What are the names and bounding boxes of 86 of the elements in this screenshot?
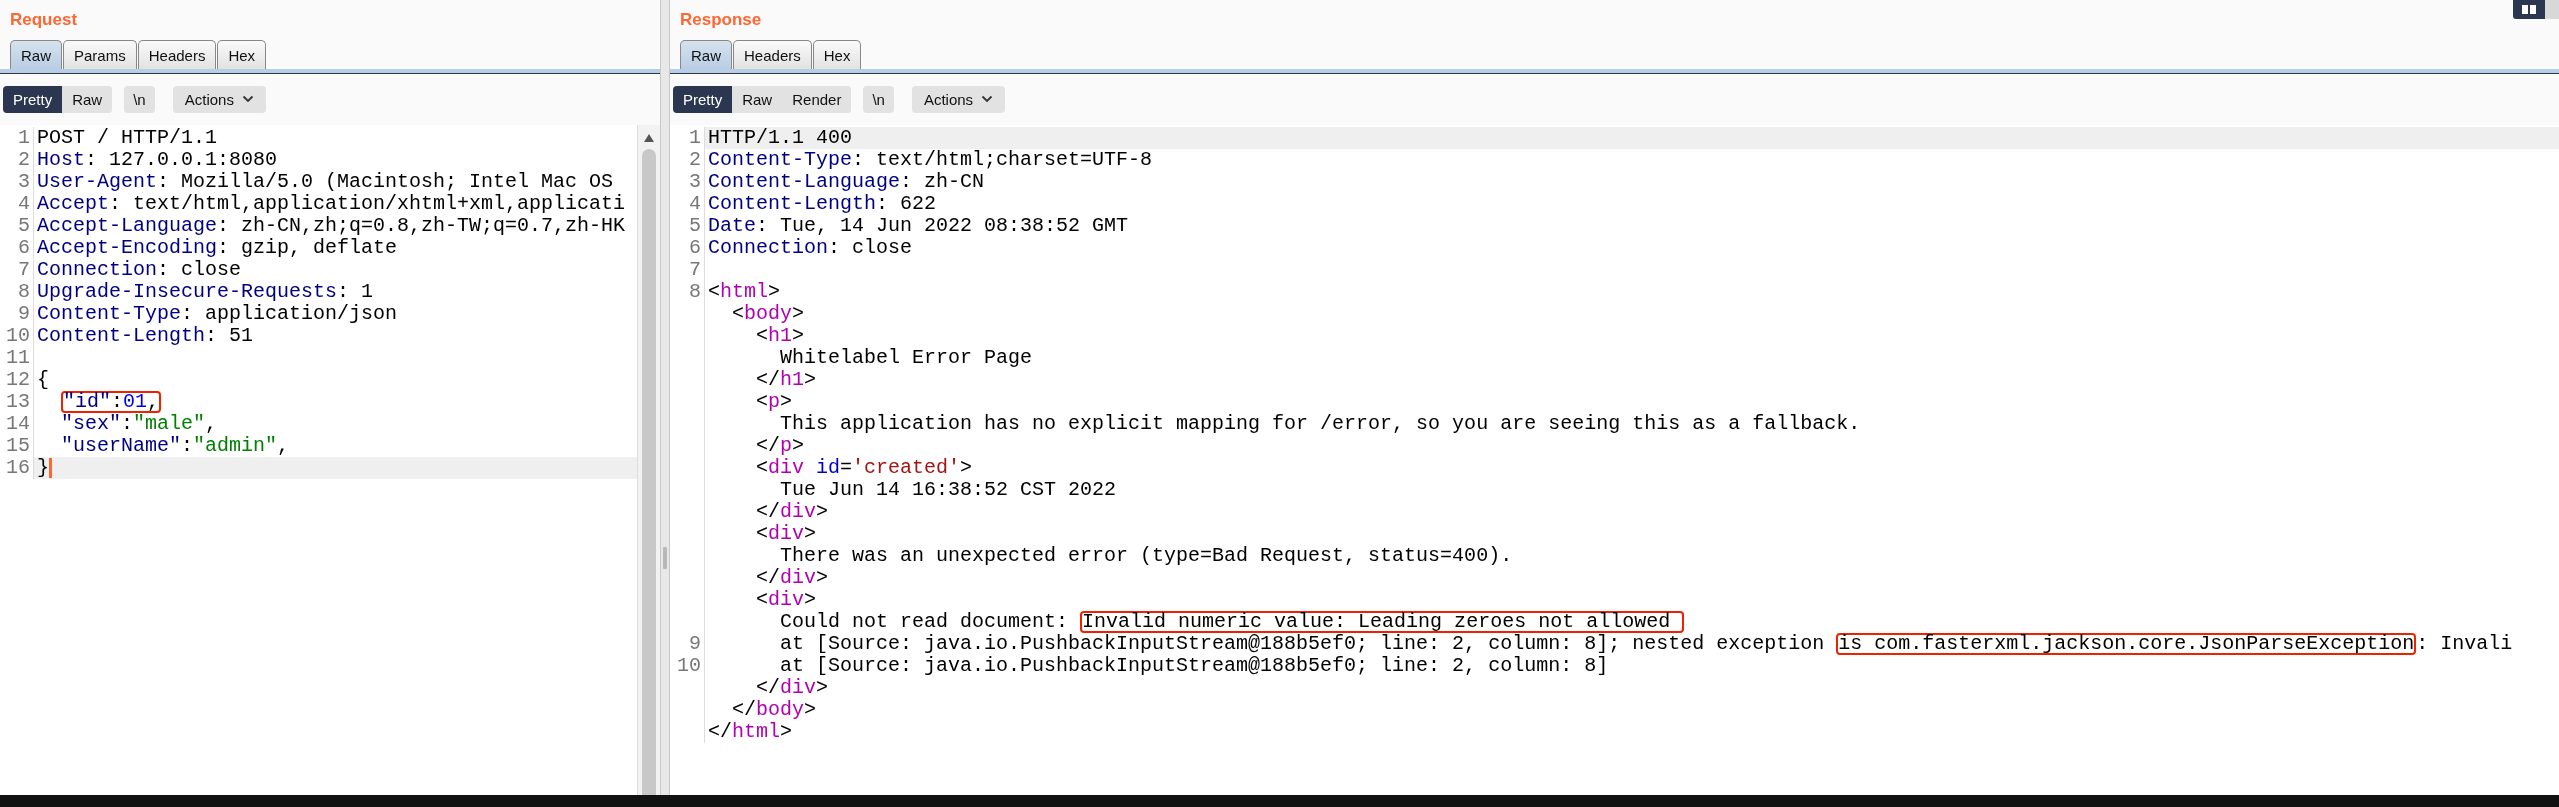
line-number: 1 — [0, 127, 34, 149]
tab[interactable]: Raw — [680, 40, 732, 69]
newline-toggle-button[interactable]: \n — [124, 85, 155, 113]
chevron-down-icon — [241, 95, 254, 103]
view-mode-button[interactable]: Pretty — [673, 85, 733, 113]
actions-button[interactable]: Actions — [911, 85, 1006, 113]
code-line: <div> — [755, 589, 818, 611]
pane-title: Response — [679, 9, 762, 30]
tab[interactable]: Hex — [812, 40, 862, 69]
code-line: Could not read document: Invalid numeric value: Leading zeroes not allowed — [705, 611, 2559, 633]
code-line: at [Source: java.io.PushbackInputStream@188b5ef0; line: 2, column: 8]; nested exception is com.fasterxml.jackson.core.JsonParseException: Invali — [779, 633, 2514, 655]
tab[interactable]: Headers — [137, 40, 217, 69]
code-line: User-Agent: Mozilla/5.0 (Macintosh; Intel Mac OS — [36, 171, 615, 193]
scroll-up-icon[interactable] — [643, 133, 655, 143]
scrollbar[interactable] — [637, 125, 660, 795]
tab[interactable]: Headers — [733, 40, 812, 69]
code-line: POST / HTTP/1.1 — [36, 127, 219, 149]
divider-handle[interactable] — [663, 546, 667, 569]
code-line: Connection: close — [36, 259, 243, 281]
code-line: Accept: text/html,application/xhtml+xml,applicati — [36, 193, 627, 215]
split-view-button[interactable] — [2513, 0, 2545, 19]
code-line: There was an unexpected error (type=Bad Request, status=400). — [779, 545, 1514, 567]
line-number: 8 — [670, 281, 705, 303]
split-view-icon — [2521, 4, 2537, 15]
code-line: Content-Type: application/json — [36, 303, 399, 325]
code-line: </div> — [755, 567, 830, 589]
line-number: 4 — [0, 193, 34, 215]
code-line: "userName":"admin", — [60, 435, 291, 457]
code-line: <p> — [755, 391, 794, 413]
code-line: </html> — [707, 721, 794, 743]
line-number: 5 — [670, 215, 705, 237]
code-line: { — [36, 369, 50, 391]
code-line: Whitelabel Error Page — [779, 347, 1034, 369]
tab[interactable]: Hex — [217, 40, 267, 69]
code-line: </body> — [731, 699, 818, 721]
code-line: </h1> — [755, 369, 818, 391]
line-number: 5 — [0, 215, 34, 237]
line-number: 2 — [670, 149, 705, 171]
newline-toggle-button[interactable]: \n — [863, 85, 894, 113]
code-line: Upgrade-Insecure-Requests: 1 — [36, 281, 375, 303]
code-line: <div> — [755, 523, 818, 545]
code-line: </div> — [755, 501, 830, 523]
chevron-down-icon — [981, 95, 994, 103]
line-number: 9 — [0, 303, 34, 325]
line-number: 15 — [0, 435, 34, 457]
line-number: 10 — [0, 325, 34, 347]
line-number: 4 — [670, 193, 705, 215]
code-line: Content-Type: text/html;charset=UTF-8 — [707, 149, 1154, 171]
code-line: at [Source: java.io.PushbackInputStream@188b5ef0; line: 2, column: 8] — [779, 655, 1610, 677]
code-line: Accept-Encoding: gzip, deflate — [36, 237, 399, 259]
code-line: Connection: close — [707, 237, 914, 259]
code-line: "sex":"male", — [60, 413, 219, 435]
line-number: 10 — [670, 655, 705, 677]
line-number: 12 — [0, 369, 34, 391]
line-number: 6 — [670, 237, 705, 259]
code-line: </p> — [755, 435, 806, 457]
tab[interactable]: Params — [63, 40, 137, 69]
line-number: 8 — [0, 281, 34, 303]
code-line: Content-Length: 51 — [36, 325, 255, 347]
view-mode-button[interactable]: Pretty — [3, 85, 63, 113]
line-number: 14 — [0, 413, 34, 435]
code-line: Accept-Language: zh-CN,zh;q=0.8,zh-TW;q=0.7,zh-HK — [36, 215, 627, 237]
line-number: 11 — [0, 347, 34, 369]
line-number: 13 — [0, 391, 34, 413]
code-line: Host: 127.0.0.1:8080 — [36, 149, 279, 171]
layout-button[interactable] — [2545, 0, 2559, 19]
code-line: Content-Language: zh-CN — [707, 171, 986, 193]
line-number: 3 — [670, 171, 705, 193]
line-number: 7 — [670, 259, 705, 281]
pane-title: Request — [9, 9, 78, 30]
line-number: 3 — [0, 171, 34, 193]
code-line: Date: Tue, 14 Jun 2022 08:38:52 GMT — [707, 215, 1130, 237]
code-line: Content-Length: 622 — [707, 193, 938, 215]
line-number: 9 — [670, 633, 705, 655]
actions-button[interactable]: Actions — [172, 85, 266, 113]
code-line: <div id='created'> — [755, 457, 974, 479]
code-line: <h1> — [755, 325, 806, 347]
code-line: This application has no explicit mapping for /error, so you are seeing this as a fallback. — [779, 413, 1862, 435]
line-number: 7 — [0, 259, 34, 281]
code-line: Tue Jun 14 16:38:52 CST 2022 — [779, 479, 1118, 501]
code-line: </div> — [755, 677, 830, 699]
tab[interactable]: Raw — [10, 40, 62, 69]
line-number: 2 — [0, 149, 34, 171]
code-line: <html> — [707, 281, 782, 303]
line-number: 6 — [0, 237, 34, 259]
code-line: <body> — [731, 303, 806, 325]
